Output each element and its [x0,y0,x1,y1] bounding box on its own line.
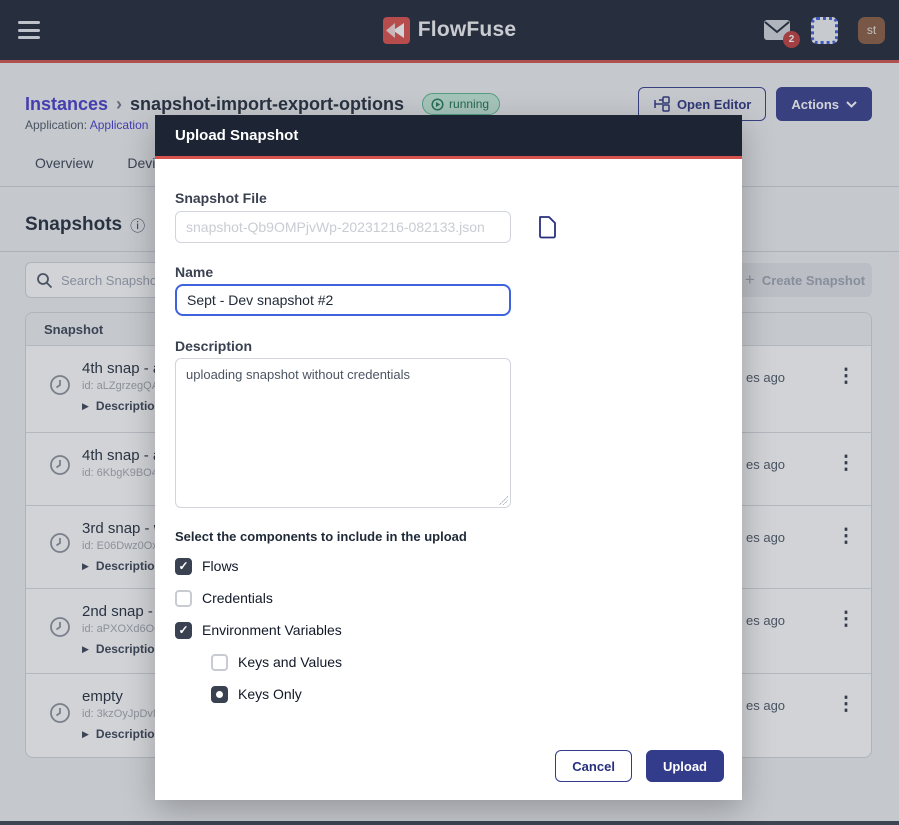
components-label: Select the components to include in the … [175,529,722,544]
flowfuse-app: FlowFuse 2 st Instances › snapshot-impor… [0,0,899,825]
checkbox-credentials[interactable] [175,590,192,607]
name-input[interactable] [175,284,511,316]
option-environment-variables[interactable]: Environment Variables [175,621,722,639]
description-label: Description [175,338,722,354]
option-credentials[interactable]: Credentials [175,589,722,607]
file-icon [537,215,557,239]
option-flows[interactable]: Flows [175,557,722,575]
checkbox-environment-variables[interactable] [175,622,192,639]
option-keys-only[interactable]: Keys Only [211,685,722,703]
cancel-button[interactable]: Cancel [555,750,632,782]
upload-button[interactable]: Upload [646,750,724,782]
modal-header: Upload Snapshot [155,115,742,159]
name-label: Name [175,264,722,280]
browse-file-button[interactable] [537,215,557,239]
upload-snapshot-modal: Upload Snapshot Snapshot File Name Descr… [155,115,742,800]
modal-body: Snapshot File Name Description uploading… [155,190,742,703]
snapshot-file-input[interactable] [175,211,511,243]
radio-keys-only[interactable] [211,686,228,703]
modal-footer: Cancel Upload [555,750,724,782]
description-textarea[interactable]: uploading snapshot without credentials [175,358,511,508]
snapshot-file-label: Snapshot File [175,190,722,206]
checkbox-keys-and-values[interactable] [211,654,228,671]
option-keys-and-values[interactable]: Keys and Values [211,653,722,671]
components-options: Flows Credentials Environment Variables … [175,557,722,703]
modal-title: Upload Snapshot [175,127,298,144]
checkbox-flows[interactable] [175,558,192,575]
